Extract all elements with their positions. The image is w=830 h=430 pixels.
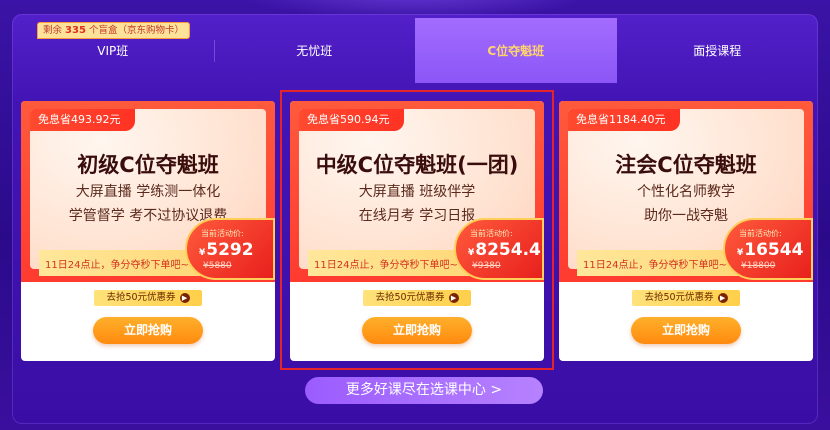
arrow-right-icon: ▶ bbox=[179, 292, 190, 303]
coupon-label: 去抢50元优惠券 bbox=[644, 292, 714, 303]
stock-badge-suffix: 个盲盒（京东购物卡） bbox=[88, 25, 184, 36]
deadline-text: 11日24点止，争分夺秒下单吧~ bbox=[583, 260, 727, 271]
more-courses-link[interactable]: 更多好课尽在选课中心 > bbox=[305, 377, 543, 404]
buy-now-button[interactable]: 立即抢购 bbox=[631, 317, 741, 344]
original-price: ¥5880 bbox=[203, 261, 232, 271]
arrow-right-icon: ▶ bbox=[717, 292, 728, 303]
price-amount: 5292 bbox=[206, 240, 254, 260]
course-feature-1: 大屏直播 学练测一体化 bbox=[75, 184, 221, 200]
price-label: 当前活动价: bbox=[739, 229, 782, 238]
stock-badge-prefix: 剩余 bbox=[43, 25, 63, 36]
selected-card-outline bbox=[280, 90, 554, 370]
interest-free-tag: 免息省1184.40元 bbox=[568, 109, 680, 131]
course-feature-1: 个性化名师教学 bbox=[637, 184, 735, 200]
deadline-text: 11日24点止，争分夺秒下单吧~ bbox=[45, 260, 189, 271]
tab-label: 面授课程 bbox=[693, 44, 742, 58]
buy-now-button[interactable]: 立即抢购 bbox=[93, 317, 203, 344]
interest-free-tag: 免息省493.92元 bbox=[30, 109, 135, 131]
currency-symbol: ¥ bbox=[737, 248, 744, 258]
price-label: 当前活动价: bbox=[201, 229, 244, 238]
stock-badge-count: 335 bbox=[65, 25, 86, 36]
coupon-button[interactable]: 去抢50元优惠券 ▶ bbox=[94, 290, 202, 306]
course-title: 注会C位夺魁班 bbox=[615, 153, 757, 177]
tab-label: C位夺魁班 bbox=[487, 44, 545, 58]
price-value: ¥5292 bbox=[199, 240, 254, 260]
tab-label: 无忧班 bbox=[296, 44, 333, 58]
stock-badge: 剩余 335 个盲盒（京东购物卡） bbox=[37, 22, 190, 39]
price-value: ¥16544 bbox=[737, 240, 803, 260]
currency-symbol: ¥ bbox=[199, 248, 206, 258]
coupon-button[interactable]: 去抢50元优惠券 ▶ bbox=[632, 290, 740, 306]
price-amount: 16544 bbox=[744, 240, 804, 260]
tab-face-to-face[interactable]: 面授课程 bbox=[617, 18, 819, 83]
coupon-label: 去抢50元优惠券 bbox=[106, 292, 176, 303]
tab-wuyou[interactable]: 无忧班 bbox=[213, 18, 416, 83]
course-card-junior: 免息省493.92元 初级C位夺魁班 大屏直播 学练测一体化 学管督学 考不过协… bbox=[21, 101, 275, 361]
price-box: 当前活动价: ¥5292 ¥5880 bbox=[185, 218, 275, 280]
original-price: ¥18800 bbox=[741, 261, 776, 271]
tab-c-position[interactable]: C位夺魁班 bbox=[415, 18, 617, 83]
course-title: 初级C位夺魁班 bbox=[77, 153, 219, 177]
price-box: 当前活动价: ¥16544 ¥18800 bbox=[723, 218, 813, 280]
course-card-cpa: 免息省1184.40元 注会C位夺魁班 个性化名师教学 助你一战夺魁 11日24… bbox=[559, 101, 813, 361]
tab-label: VIP班 bbox=[97, 44, 129, 58]
